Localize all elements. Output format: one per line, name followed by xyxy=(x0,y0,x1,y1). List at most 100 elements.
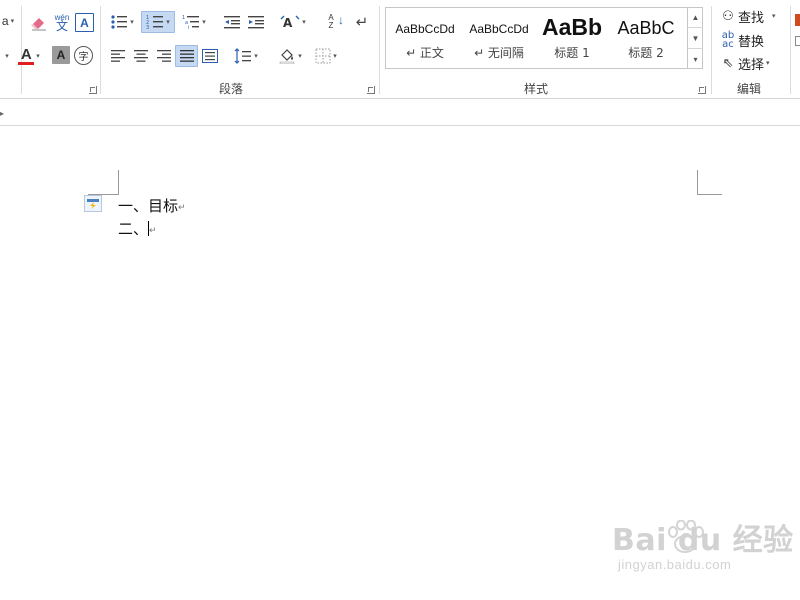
paint-bucket-icon xyxy=(279,49,295,64)
style-name: ↵ 无间隔 xyxy=(474,46,524,60)
paragraph-group-label: 段落 xyxy=(219,82,244,96)
extra-ribbon-icon[interactable] xyxy=(795,14,800,26)
chevron-down-icon: ▾ xyxy=(36,53,40,60)
style-no-spacing[interactable]: AaBbCcDd ↵ 无间隔 xyxy=(462,10,536,66)
group-separator xyxy=(379,6,380,94)
font-color-button[interactable]: A ▾ xyxy=(14,45,44,67)
font-dialog-launcher-icon[interactable] xyxy=(89,86,97,94)
distributed-icon xyxy=(202,49,218,63)
enclose-char: 字 xyxy=(78,52,89,63)
autocorrect-options-button[interactable] xyxy=(84,195,102,212)
chevron-down-icon: ▾ xyxy=(766,59,770,67)
justify-icon xyxy=(179,50,194,62)
sort-z: Z xyxy=(328,21,334,30)
chinese-layout-button[interactable]: A ▾ xyxy=(277,11,309,33)
more-styles-icon[interactable]: ▾ xyxy=(688,49,703,69)
font-dropdown-arrow[interactable]: ▾ xyxy=(0,45,12,67)
extra-ribbon-icon-2[interactable] xyxy=(795,36,800,46)
list-item-text: 目标 xyxy=(148,197,179,215)
increase-indent-icon xyxy=(248,16,264,29)
eraser-icon xyxy=(31,18,46,31)
chevron-down-icon: ▾ xyxy=(166,19,170,26)
list-item[interactable]: 一、目标↵ xyxy=(118,195,186,216)
chevron-down-icon: ▾ xyxy=(10,18,15,25)
bullet-list-icon xyxy=(111,15,128,29)
chevron-down-icon: ▾ xyxy=(5,53,9,60)
multilevel-list-button[interactable]: 1 a i ▾ xyxy=(178,11,210,33)
align-left-button[interactable] xyxy=(107,45,129,67)
group-separator xyxy=(100,6,101,94)
svg-text:3: 3 xyxy=(146,25,149,30)
shading-button[interactable]: ▾ xyxy=(274,45,306,67)
bullets-button[interactable]: ▾ xyxy=(106,11,138,33)
align-center-icon xyxy=(134,50,148,62)
font-color-icon: A xyxy=(20,45,32,63)
align-center-button[interactable] xyxy=(130,45,152,67)
scroll-up-icon[interactable]: ▲ xyxy=(688,7,703,28)
replace-button[interactable]: ab ac 替换 xyxy=(718,30,764,50)
paragraph-mark: ↵ xyxy=(178,203,186,213)
find-button[interactable]: ⚇ 查找 ▾ xyxy=(718,6,775,26)
list-number: 一、 xyxy=(118,197,149,215)
distributed-button[interactable] xyxy=(199,45,221,67)
chevron-down-icon: ▾ xyxy=(202,19,206,26)
lightning-icon xyxy=(87,198,99,209)
chevron-down-icon: ▾ xyxy=(130,19,134,26)
ruler-marker-icon: ▸ xyxy=(0,109,5,118)
align-right-icon xyxy=(157,50,171,62)
font-size-dropdown[interactable]: a ▾ xyxy=(0,10,16,32)
justify-button[interactable] xyxy=(175,45,198,67)
chevron-down-icon: ▾ xyxy=(298,53,302,60)
editing-group-label: 编辑 xyxy=(737,82,762,96)
margin-corner-top-left xyxy=(88,170,119,195)
phonetic-guide-button[interactable]: wén 文 xyxy=(52,11,72,33)
ribbon: a ▾ ▾ wén 文 A A ▾ A 字 ▾ 1 2 3 ▾ 1 a i ▾ … xyxy=(0,0,800,99)
style-heading-1[interactable]: AaBb 标题 1 xyxy=(538,10,606,66)
group-separator xyxy=(711,6,712,94)
borders-button[interactable]: ▾ xyxy=(310,45,342,67)
multilevel-list-icon: 1 a i xyxy=(182,15,200,30)
style-normal[interactable]: AaBbCcDd ↵ 正文 xyxy=(388,10,462,66)
styles-gallery: AaBbCcDd ↵ 正文 AaBbCcDd ↵ 无间隔 AaBb 标题 1 A… xyxy=(385,7,703,69)
select-label: 选择 xyxy=(738,57,765,73)
list-item[interactable]: 二、↵ xyxy=(118,218,157,239)
align-right-button[interactable] xyxy=(153,45,175,67)
replace-label: 替换 xyxy=(738,34,765,50)
style-heading-2[interactable]: AaBbC 标题 2 xyxy=(610,10,682,66)
scroll-down-icon[interactable]: ▼ xyxy=(688,28,703,49)
phonetic-label-bottom: 文 xyxy=(55,19,68,33)
styles-scroll: ▲ ▼ ▾ xyxy=(687,7,703,69)
increase-indent-button[interactable] xyxy=(245,11,267,33)
style-name: 标题 1 xyxy=(554,46,590,60)
decrease-indent-icon xyxy=(224,16,240,29)
find-label: 查找 xyxy=(738,10,765,26)
borders-icon xyxy=(315,48,331,64)
line-spacing-button[interactable]: ▾ xyxy=(230,45,262,67)
chevron-down-icon: ▾ xyxy=(302,19,306,26)
character-shading-button[interactable]: A xyxy=(52,46,70,64)
watermark-url: jingyan.baidu.com xyxy=(618,557,732,572)
style-preview: AaBb xyxy=(541,14,603,40)
group-separator xyxy=(790,6,791,94)
decrease-indent-button[interactable] xyxy=(221,11,243,33)
paragraph-mark: ↵ xyxy=(149,226,157,236)
style-preview: AaBbCcDd xyxy=(395,22,455,36)
watermark-logo-text: Bai du 经验 xyxy=(612,523,794,558)
margin-corner-top-right xyxy=(697,170,722,195)
character-border-button[interactable]: A xyxy=(75,13,94,32)
style-name: ↵ 正文 xyxy=(406,46,444,60)
ruler-bar: ▸ xyxy=(0,99,800,126)
align-left-icon xyxy=(111,50,125,62)
numbering-button[interactable]: 1 2 3 ▾ xyxy=(141,11,175,33)
styles-dialog-launcher-icon[interactable] xyxy=(698,86,706,94)
line-spacing-icon xyxy=(234,48,252,64)
show-hide-marks-button[interactable]: ↵ xyxy=(352,11,372,33)
enclose-characters-button[interactable]: 字 xyxy=(74,46,93,65)
font-color-swatch xyxy=(18,61,35,65)
replace-icon: ab ac xyxy=(721,30,735,50)
style-preview: AaBbC xyxy=(617,18,675,38)
clear-format-button[interactable] xyxy=(28,12,50,34)
select-button[interactable]: ⇖ 选择 ▾ xyxy=(718,53,770,73)
paragraph-dialog-launcher-icon[interactable] xyxy=(367,86,375,94)
chevron-down-icon: ▾ xyxy=(333,53,337,60)
